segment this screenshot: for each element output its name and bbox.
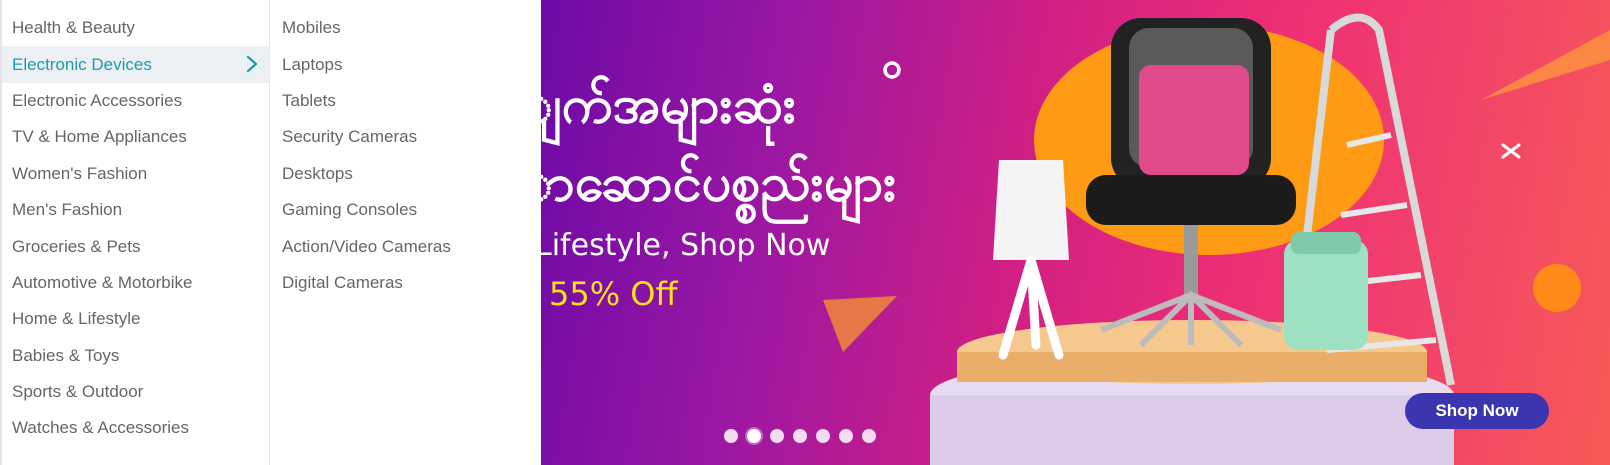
carousel-dot[interactable] [770, 429, 784, 443]
category-item-groceries-pets[interactable]: Groceries & Pets [2, 228, 269, 264]
carousel-dot[interactable] [816, 429, 830, 443]
carousel-dot[interactable] [862, 429, 876, 443]
subcategory-item-desktops[interactable]: Desktops [270, 156, 541, 192]
category-item-watches-accessories[interactable]: Watches & Accessories [2, 410, 269, 446]
carousel-dot[interactable] [839, 429, 853, 443]
category-item-label: Electronic Devices [12, 54, 152, 74]
banner-subline: Lifestyle, Shop Now [541, 228, 831, 263]
category-item-home-lifestyle[interactable]: Home & Lifestyle [2, 301, 269, 337]
subcategory-item-security-cameras[interactable]: Security Cameras [270, 119, 541, 155]
chair-seat [1086, 175, 1296, 225]
sparkle-decoration [1501, 143, 1521, 159]
lunch-box-icon [1284, 240, 1368, 350]
subcategory-item-action-video-cameras[interactable]: Action/Video Cameras [270, 228, 541, 264]
lunch-box-lid [1291, 232, 1361, 254]
ring-decoration [883, 61, 901, 79]
category-menu: Health & Beauty Electronic Devices Elect… [0, 0, 269, 465]
subcategory-item-laptops[interactable]: Laptops [270, 46, 541, 82]
category-item-tv-home-appliances[interactable]: TV & Home Appliances [2, 119, 269, 155]
discount-text: 55% Off [549, 275, 678, 313]
chair-stem [1184, 225, 1198, 295]
category-item-electronic-devices[interactable]: Electronic Devices [2, 46, 269, 83]
banner-headline-line2: ာဆောင်ပစ္စည်းများ [541, 153, 897, 213]
subcategory-item-mobiles[interactable]: Mobiles [270, 10, 541, 46]
carousel-dot[interactable] [724, 429, 738, 443]
lamp-icon [993, 160, 1069, 260]
category-item-electronic-accessories[interactable]: Electronic Accessories [2, 83, 269, 119]
category-item-automotive-motorbike[interactable]: Automotive & Motorbike [2, 265, 269, 301]
category-item-mens-fashion[interactable]: Men's Fashion [2, 192, 269, 228]
category-item-babies-toys[interactable]: Babies & Toys [2, 338, 269, 374]
category-item-womens-fashion[interactable]: Women's Fashion [2, 156, 269, 192]
category-item-sports-outdoor[interactable]: Sports & Outdoor [2, 374, 269, 410]
subcategory-item-gaming-consoles[interactable]: Gaming Consoles [270, 192, 541, 228]
subcategory-menu: Mobiles Laptops Tablets Security Cameras… [269, 0, 541, 465]
carousel-dot[interactable] [793, 429, 807, 443]
podium-base-side [930, 395, 1454, 465]
paper-plane-decoration [823, 296, 897, 352]
carousel-dot-active[interactable] [747, 429, 761, 443]
pillow-icon [1139, 65, 1249, 175]
banner-headline-line1: ျက်အများဆုံး [541, 75, 797, 135]
triangle-decoration [1481, 30, 1610, 100]
chevron-right-icon [246, 56, 258, 73]
orange-ball-decoration [1533, 264, 1581, 312]
carousel-dots [724, 429, 876, 443]
promo-banner[interactable]: ျက်အများဆုံး ာဆောင်ပစ္စည်းများ Lifestyle… [541, 0, 1610, 465]
category-item-health-beauty[interactable]: Health & Beauty [2, 10, 269, 46]
subcategory-item-digital-cameras[interactable]: Digital Cameras [270, 265, 541, 301]
podium-top-side [957, 352, 1427, 382]
shop-now-button[interactable]: Shop Now [1405, 393, 1549, 429]
subcategory-item-tablets[interactable]: Tablets [270, 83, 541, 119]
